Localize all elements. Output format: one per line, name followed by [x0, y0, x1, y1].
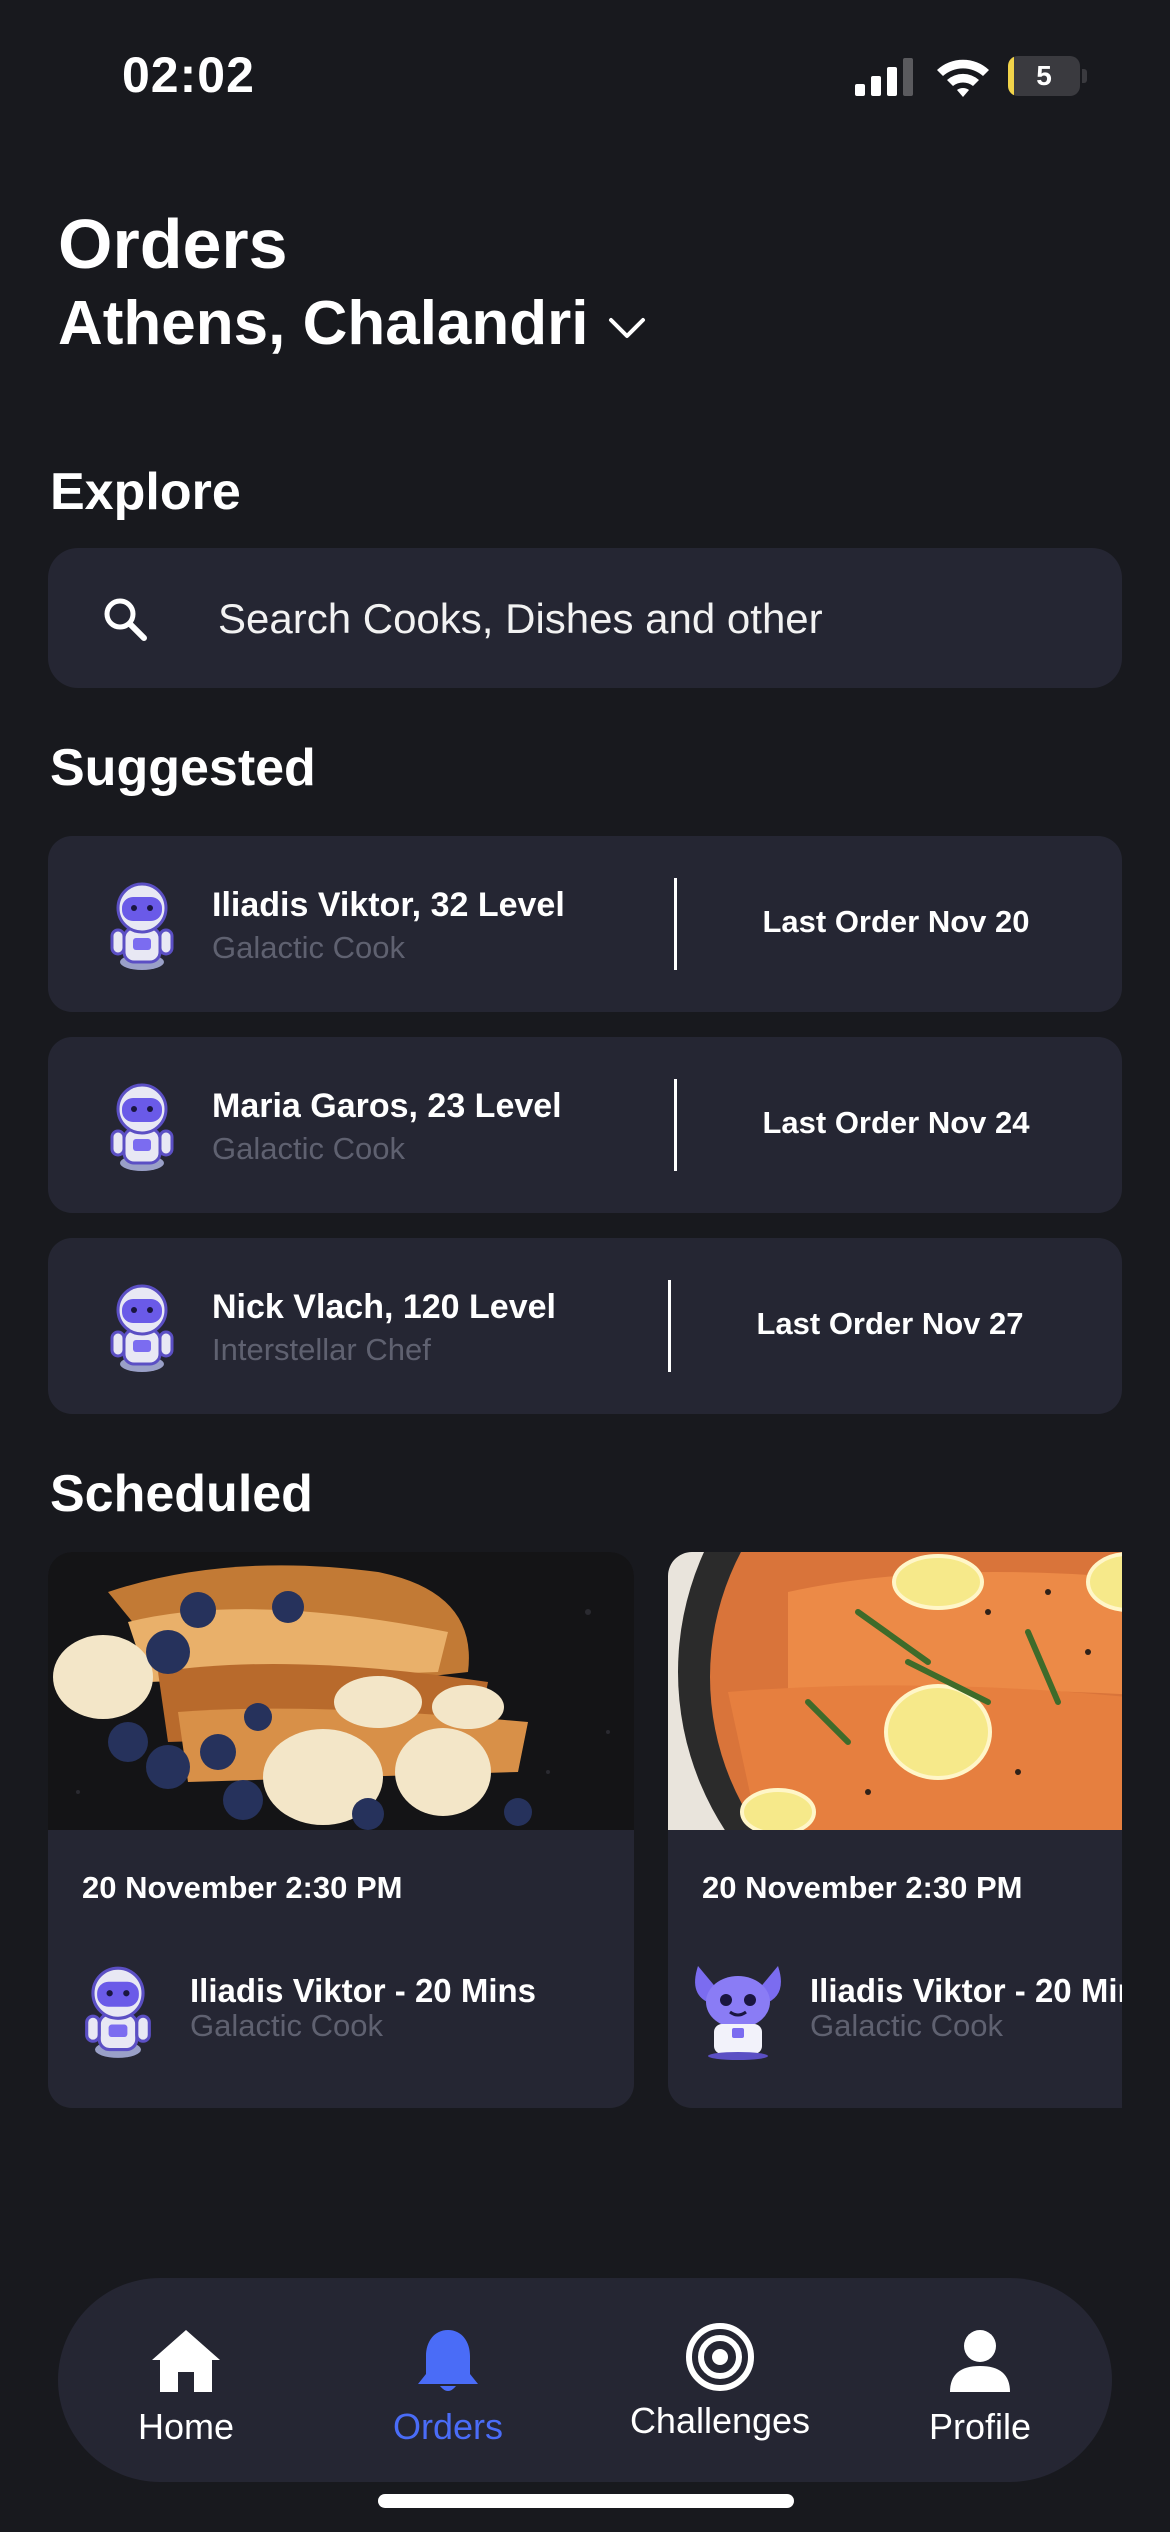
cook-name: Nick Vlach, 120 Level [212, 1288, 556, 1326]
home-icon [152, 2330, 220, 2392]
divider [674, 878, 677, 970]
suggested-heading: Suggested [50, 739, 316, 797]
divider [668, 1280, 671, 1372]
scheduled-heading: Scheduled [50, 1465, 313, 1523]
battery-icon: 5 [1008, 56, 1088, 96]
last-order-label: Last Order Nov 27 [756, 1306, 1024, 1341]
search-bar[interactable] [48, 548, 1122, 690]
home-indicator [378, 2494, 794, 2508]
scheduled-order-card[interactable]: 20 November 2:30 PM Iliadis Viktor - 20 … [668, 1552, 1122, 2108]
cook-name: Maria Garos, 23 Level [212, 1087, 562, 1125]
battery-level: 5 [1036, 60, 1052, 91]
scheduled-order-card[interactable]: 20 November 2:30 PM Iliadis Viktor - 20 … [48, 1552, 634, 2108]
search-input[interactable] [216, 548, 1080, 690]
tab-challenges-label: Challenges [629, 2400, 811, 2441]
scheduled-date: 20 November 2:30 PM [702, 1870, 1023, 1905]
explore-heading: Explore [50, 463, 241, 521]
cook-name: Iliadis Viktor - 20 Mins [810, 1972, 1122, 2009]
location-selector[interactable]: Athens, Chalandri [58, 288, 647, 359]
cook-rank: Interstellar Chef [212, 1332, 431, 1367]
location-label: Athens, Chalandri [58, 289, 589, 358]
cook-rank: Galactic Cook [810, 2008, 1003, 2043]
page-title: Orders [58, 205, 288, 283]
chevron-down-icon [608, 317, 645, 338]
tab-home-label: Home [137, 2406, 235, 2447]
food-image-salmon [668, 1552, 1122, 1830]
divider [674, 1079, 677, 1171]
alien-avatar [678, 1956, 798, 2060]
cellular-signal-icon [855, 58, 913, 96]
cook-rank: Galactic Cook [212, 1131, 405, 1166]
astronaut-avatar [104, 1282, 180, 1374]
astronaut-avatar [104, 880, 180, 972]
suggested-cook-card[interactable]: Iliadis Viktor, 32 Level Galactic Cook L… [48, 836, 1122, 1012]
astronaut-avatar [104, 1081, 180, 1173]
status-time: 02:02 [122, 47, 255, 103]
suggested-cook-card[interactable]: Maria Garos, 23 Level Galactic Cook Last… [48, 1037, 1122, 1213]
astronaut-avatar [78, 1964, 158, 2060]
tab-orders[interactable]: Orders [378, 2278, 518, 2482]
search-icon [104, 598, 147, 641]
tab-orders-label: Orders [392, 2406, 504, 2447]
scheduled-date: 20 November 2:30 PM [82, 1870, 403, 1905]
tab-profile-label: Profile [928, 2406, 1032, 2447]
suggested-cook-card[interactable]: Nick Vlach, 120 Level Interstellar Chef … [48, 1238, 1122, 1414]
tab-challenges[interactable]: Challenges [610, 2278, 830, 2482]
person-icon [950, 2330, 1010, 2392]
tab-profile[interactable]: Profile [910, 2278, 1050, 2482]
wifi-icon [937, 59, 989, 97]
cook-rank: Galactic Cook [190, 2008, 383, 2043]
cook-name: Iliadis Viktor - 20 Mins [190, 1972, 537, 2009]
bottom-tab-bar: Home Orders Challenges Profile [58, 2278, 1112, 2482]
cook-name: Iliadis Viktor, 32 Level [212, 886, 565, 924]
target-icon [686, 2323, 754, 2391]
cook-rank: Galactic Cook [212, 930, 405, 965]
tab-home[interactable]: Home [116, 2278, 256, 2482]
last-order-label: Last Order Nov 20 [762, 904, 1030, 939]
food-image-french-toast [48, 1552, 634, 1830]
bell-icon [418, 2330, 478, 2391]
last-order-label: Last Order Nov 24 [762, 1105, 1030, 1140]
